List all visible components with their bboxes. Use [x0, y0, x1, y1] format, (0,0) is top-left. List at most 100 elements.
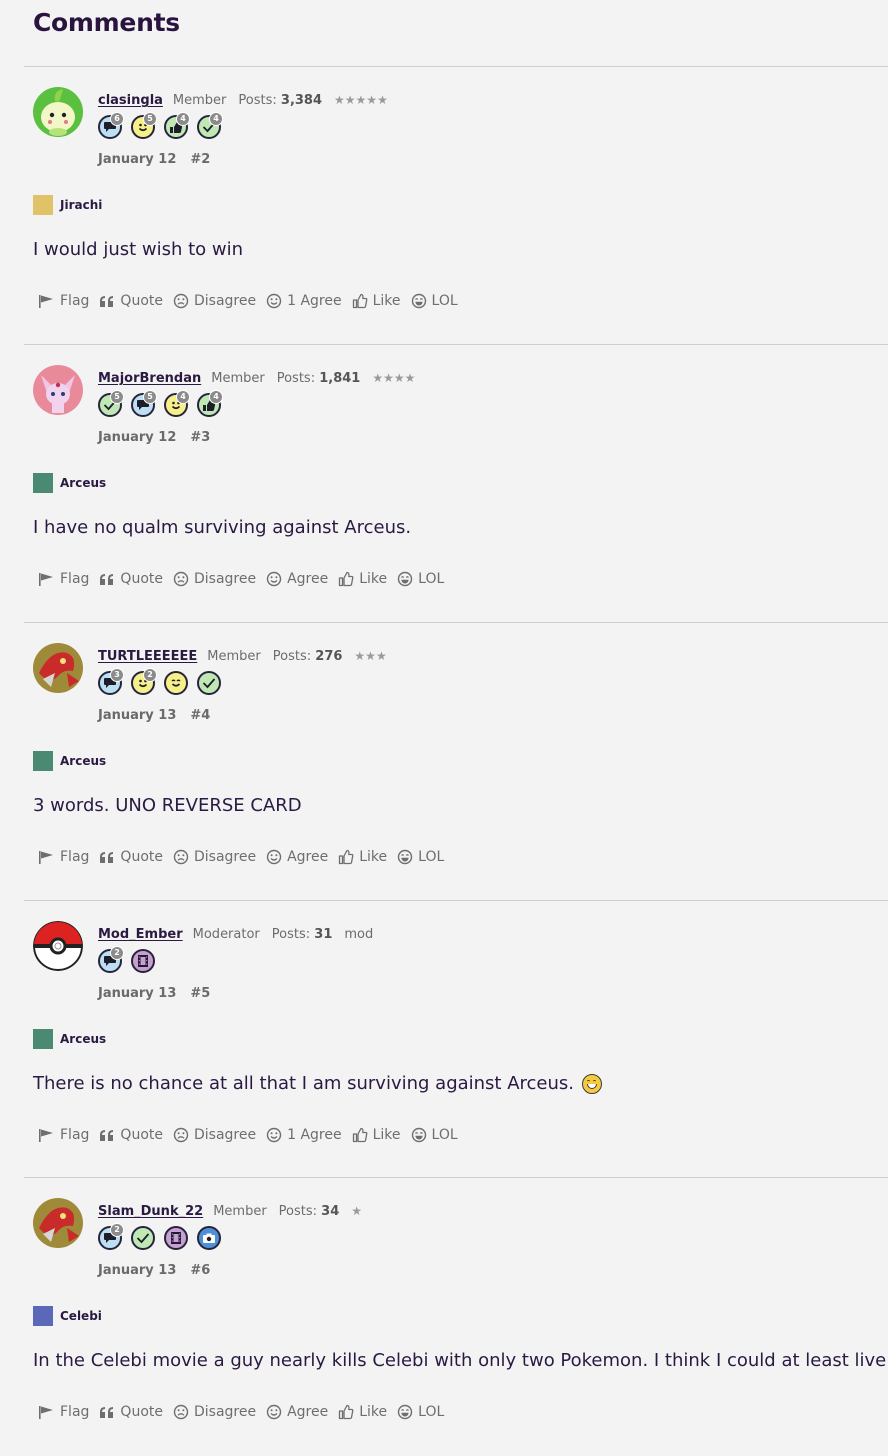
comment-actions: Flag Quote Disagree Agree Like LOL	[38, 571, 444, 587]
speech-bubble-badge[interactable]: 3	[98, 668, 124, 695]
flag-button[interactable]: Flag	[38, 293, 89, 309]
category-tag[interactable]: Celebi	[33, 1306, 102, 1326]
post-number[interactable]: #2	[190, 152, 210, 167]
like-button[interactable]: Like	[352, 1127, 401, 1143]
post-number[interactable]: #3	[190, 430, 210, 445]
posts-count: 3,384	[280, 93, 323, 108]
agree-button[interactable]: 1 Agree	[266, 1127, 342, 1143]
checkmark-badge[interactable]	[131, 1226, 155, 1250]
lol-button[interactable]: LOL	[411, 1127, 458, 1143]
user-avatar[interactable]	[33, 643, 83, 693]
disagree-button[interactable]: Disagree	[173, 571, 256, 587]
user-avatar[interactable]	[33, 365, 83, 415]
speech-bubble-badge[interactable]: 2	[98, 946, 124, 973]
rank-label: mod	[344, 927, 374, 942]
disagree-button[interactable]: Disagree	[173, 293, 256, 309]
like-button[interactable]: Like	[352, 293, 401, 309]
user-avatar[interactable]	[33, 87, 83, 137]
post-date[interactable]: January 13	[98, 708, 176, 723]
flag-button[interactable]: Flag	[38, 1127, 89, 1143]
user-badges: 32	[98, 668, 221, 697]
film-badge[interactable]	[164, 1226, 188, 1250]
quote-button[interactable]: Quote	[99, 1404, 163, 1420]
post-date[interactable]: January 13	[98, 1263, 176, 1278]
wink-badge[interactable]	[164, 671, 188, 695]
post-number[interactable]: #6	[190, 1263, 210, 1278]
lol-button[interactable]: LOL	[397, 849, 444, 865]
checkmark-icon	[202, 677, 216, 689]
user-avatar[interactable]	[33, 921, 83, 971]
lol-button[interactable]: LOL	[397, 1404, 444, 1420]
flag-icon	[38, 1128, 55, 1142]
speech-bubble-badge[interactable]: 5	[131, 390, 157, 417]
category-tag[interactable]: Arceus	[33, 751, 106, 771]
comment-text: 3 words. UNO REVERSE CARD	[33, 795, 302, 816]
disagree-button[interactable]: Disagree	[173, 1404, 256, 1420]
agree-icon	[266, 1404, 282, 1420]
like-button[interactable]: Like	[338, 1404, 387, 1420]
disagree-button[interactable]: Disagree	[173, 849, 256, 865]
thumbs-up-badge[interactable]: 4	[164, 112, 190, 139]
category-tag[interactable]: Arceus	[33, 473, 106, 493]
comment-actions: Flag Quote Disagree 1 Agree Like LOL	[38, 1127, 458, 1143]
agree-button[interactable]: Agree	[266, 571, 328, 587]
quote-button[interactable]: Quote	[99, 571, 163, 587]
user-avatar[interactable]	[33, 1198, 83, 1248]
username-link[interactable]: TURTLEEEEEE	[98, 649, 197, 664]
smiley-badge[interactable]: 4	[164, 390, 190, 417]
category-tag[interactable]: Arceus	[33, 1029, 106, 1049]
post-number[interactable]: #5	[190, 986, 210, 1001]
username-link[interactable]: clasingla	[98, 93, 163, 108]
user-meta: clasingla Member Posts: 3,384 ★★★★★	[98, 93, 388, 108]
badge-level: 4	[209, 112, 223, 126]
post-date[interactable]: January 12	[98, 152, 176, 167]
flag-button[interactable]: Flag	[38, 849, 89, 865]
post-date[interactable]: January 13	[98, 986, 176, 1001]
quote-button[interactable]: Quote	[99, 293, 163, 309]
flag-button[interactable]: Flag	[38, 1404, 89, 1420]
speech-bubble-badge[interactable]: 6	[98, 112, 124, 139]
lol-button[interactable]: LOL	[397, 571, 444, 587]
film-badge[interactable]	[131, 949, 155, 973]
like-label: Like	[359, 571, 388, 587]
speech-bubble-badge[interactable]: 2	[98, 1223, 124, 1250]
quote-label: Quote	[120, 1404, 163, 1420]
agree-label: 1 Agree	[287, 293, 342, 309]
quote-button[interactable]: Quote	[99, 849, 163, 865]
user-role: Member	[207, 649, 261, 664]
rank-stars: ★★★★	[372, 371, 416, 385]
checkmark-badge[interactable]: 5	[98, 390, 124, 417]
flag-label: Flag	[60, 571, 90, 587]
comment-body: I would just wish to win	[33, 239, 243, 260]
post-number[interactable]: #4	[190, 708, 210, 723]
thumbs-up-badge[interactable]: 4	[197, 390, 223, 417]
username-link[interactable]: Mod_Ember	[98, 927, 183, 942]
agree-button[interactable]: 1 Agree	[266, 293, 342, 309]
smiley-badge[interactable]: 2	[131, 668, 157, 695]
lol-label: LOL	[431, 1127, 458, 1143]
comment-item: Mod_Ember Moderator Posts: 31 mod 2 January 1…	[24, 900, 888, 1179]
disagree-button[interactable]: Disagree	[173, 1127, 256, 1143]
lol-label: LOL	[418, 849, 445, 865]
badge-level: 4	[209, 390, 223, 404]
category-swatch	[33, 473, 53, 493]
quote-button[interactable]: Quote	[99, 1127, 163, 1143]
like-button[interactable]: Like	[338, 849, 387, 865]
quote-label: Quote	[120, 1127, 163, 1143]
checkmark-badge[interactable]: 4	[197, 112, 223, 139]
grinning-emoji-icon	[582, 1073, 603, 1094]
username-link[interactable]: Slam_Dunk_22	[98, 1204, 203, 1219]
agree-button[interactable]: Agree	[266, 849, 328, 865]
category-tag[interactable]: Jirachi	[33, 195, 102, 215]
username-link[interactable]: MajorBrendan	[98, 371, 201, 386]
post-date[interactable]: January 12	[98, 430, 176, 445]
lol-icon	[411, 1127, 427, 1143]
camera-badge[interactable]	[197, 1226, 221, 1250]
smiley-badge[interactable]: 5	[131, 112, 157, 139]
lol-button[interactable]: LOL	[411, 293, 458, 309]
agree-button[interactable]: Agree	[266, 1404, 328, 1420]
like-button[interactable]: Like	[338, 571, 387, 587]
flag-button[interactable]: Flag	[38, 571, 89, 587]
checkmark-badge[interactable]	[197, 671, 221, 695]
like-icon	[352, 293, 368, 309]
